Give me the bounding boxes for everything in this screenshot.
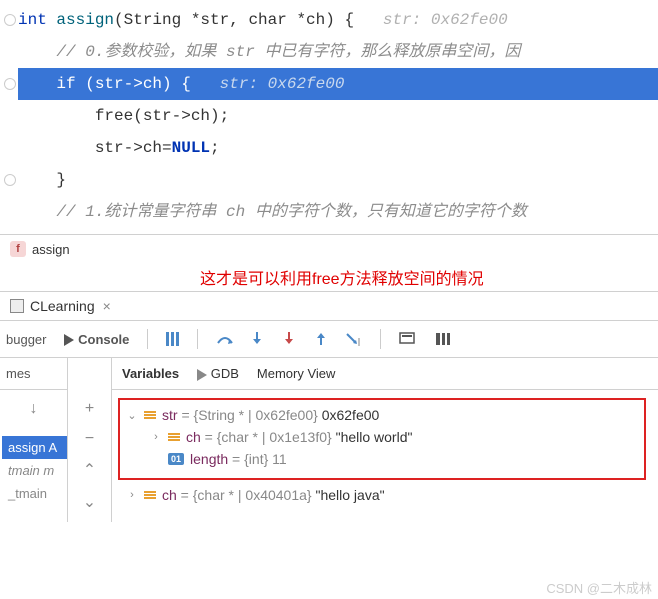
add-watch-icon[interactable]: +	[85, 400, 94, 418]
settings-icon[interactable]	[435, 331, 453, 347]
variables-tree: ⌄ str = {String * | 0x62fe00} 0x62fe00 ›…	[112, 390, 658, 512]
code-editor[interactable]: int assign(String *str, char *ch) { str:…	[0, 0, 658, 228]
chevron-right-icon[interactable]: ›	[150, 431, 162, 443]
object-icon	[144, 411, 156, 419]
separator	[147, 329, 148, 349]
debugger-panel: mes ↓ assign A tmain m _tmain + − ⌃ ⌄ Va…	[0, 358, 658, 522]
stack-frame[interactable]: assign A	[2, 436, 67, 459]
force-step-into-icon[interactable]	[280, 331, 298, 347]
step-over-icon[interactable]	[216, 331, 234, 347]
variables-header: Variables GDB Memory View	[112, 358, 658, 390]
fold-icon[interactable]	[4, 14, 16, 26]
code-line: str->ch=NULL;	[18, 132, 658, 164]
tree-row-ch[interactable]: › ch = {char * | 0x1e13f0} "hello world"	[126, 426, 638, 448]
move-down-icon[interactable]: ⌄	[83, 492, 96, 512]
int-badge-icon: 01	[168, 453, 184, 465]
frames-column: mes ↓ assign A tmain m _tmain	[0, 358, 68, 522]
close-icon[interactable]: ×	[103, 298, 111, 314]
code-line: int assign(String *str, char *ch) { str:…	[18, 4, 658, 36]
variables-column: Variables GDB Memory View ⌄ str = {Strin…	[112, 358, 658, 522]
debug-toolbar: bugger Console	[0, 321, 658, 358]
breadcrumb-label: assign	[32, 242, 70, 257]
stack-frame[interactable]: _tmain	[2, 482, 67, 505]
code-line: free(str->ch);	[18, 100, 658, 132]
step-out-icon[interactable]	[312, 331, 330, 347]
debugger-tab[interactable]: bugger	[6, 332, 46, 347]
function-badge-icon: f	[10, 241, 26, 257]
highlight-box: ⌄ str = {String * | 0x62fe00} 0x62fe00 ›…	[118, 398, 646, 480]
project-name: CLearning	[30, 298, 95, 314]
run-to-cursor-icon[interactable]	[344, 331, 362, 347]
console-tab[interactable]: Console	[64, 332, 129, 347]
separator	[197, 329, 198, 349]
variables-tab[interactable]: Variables	[122, 366, 179, 381]
fold-icon[interactable]	[4, 174, 16, 186]
step-into-icon[interactable]	[248, 331, 266, 347]
play-icon	[64, 334, 74, 346]
gdb-tab[interactable]: GDB	[197, 366, 239, 381]
play-icon	[197, 369, 207, 381]
remove-watch-icon[interactable]: −	[85, 430, 94, 448]
highlighted-line: if (str->ch) { str: 0x62fe00	[18, 68, 658, 100]
object-icon	[144, 491, 156, 499]
code-comment: // 1.统计常量字符串 ch 中的字符个数，只有知道它的字符个数	[18, 196, 658, 228]
code-line: }	[18, 164, 658, 196]
breadcrumb[interactable]: f assign	[0, 235, 658, 263]
chevron-right-icon[interactable]: ›	[126, 489, 138, 501]
code-comment: // 0.参数校验，如果 str 中已有字符，那么释放原串空间，因	[18, 36, 658, 68]
tree-row-ch2[interactable]: › ch = {char * | 0x40401a} "hello java"	[116, 484, 654, 506]
evaluate-icon[interactable]	[399, 331, 417, 347]
object-icon	[168, 433, 180, 441]
watermark: CSDN @二木成林	[546, 578, 652, 597]
rerun-icon[interactable]: ↓	[30, 400, 38, 418]
tree-controls: + − ⌃ ⌄	[68, 358, 112, 522]
annotation-text: 这才是可以利用free方法释放空间的情况	[0, 263, 658, 291]
move-up-icon[interactable]: ⌃	[83, 460, 96, 480]
frames-tab-label[interactable]: mes	[0, 358, 67, 390]
fold-icon[interactable]	[4, 78, 16, 90]
stack-frames: assign A tmain m _tmain	[0, 428, 67, 505]
memory-view-tab[interactable]: Memory View	[257, 366, 336, 381]
stack-frame[interactable]: tmain m	[2, 459, 67, 482]
tree-row-length[interactable]: 01 length = {int} 11	[126, 448, 638, 470]
project-tab[interactable]: CLearning ×	[0, 291, 658, 321]
threads-icon[interactable]	[166, 332, 179, 346]
project-icon	[10, 299, 24, 313]
separator	[380, 329, 381, 349]
chevron-down-icon[interactable]: ⌄	[126, 409, 138, 422]
tree-row-str[interactable]: ⌄ str = {String * | 0x62fe00} 0x62fe00	[126, 404, 638, 426]
